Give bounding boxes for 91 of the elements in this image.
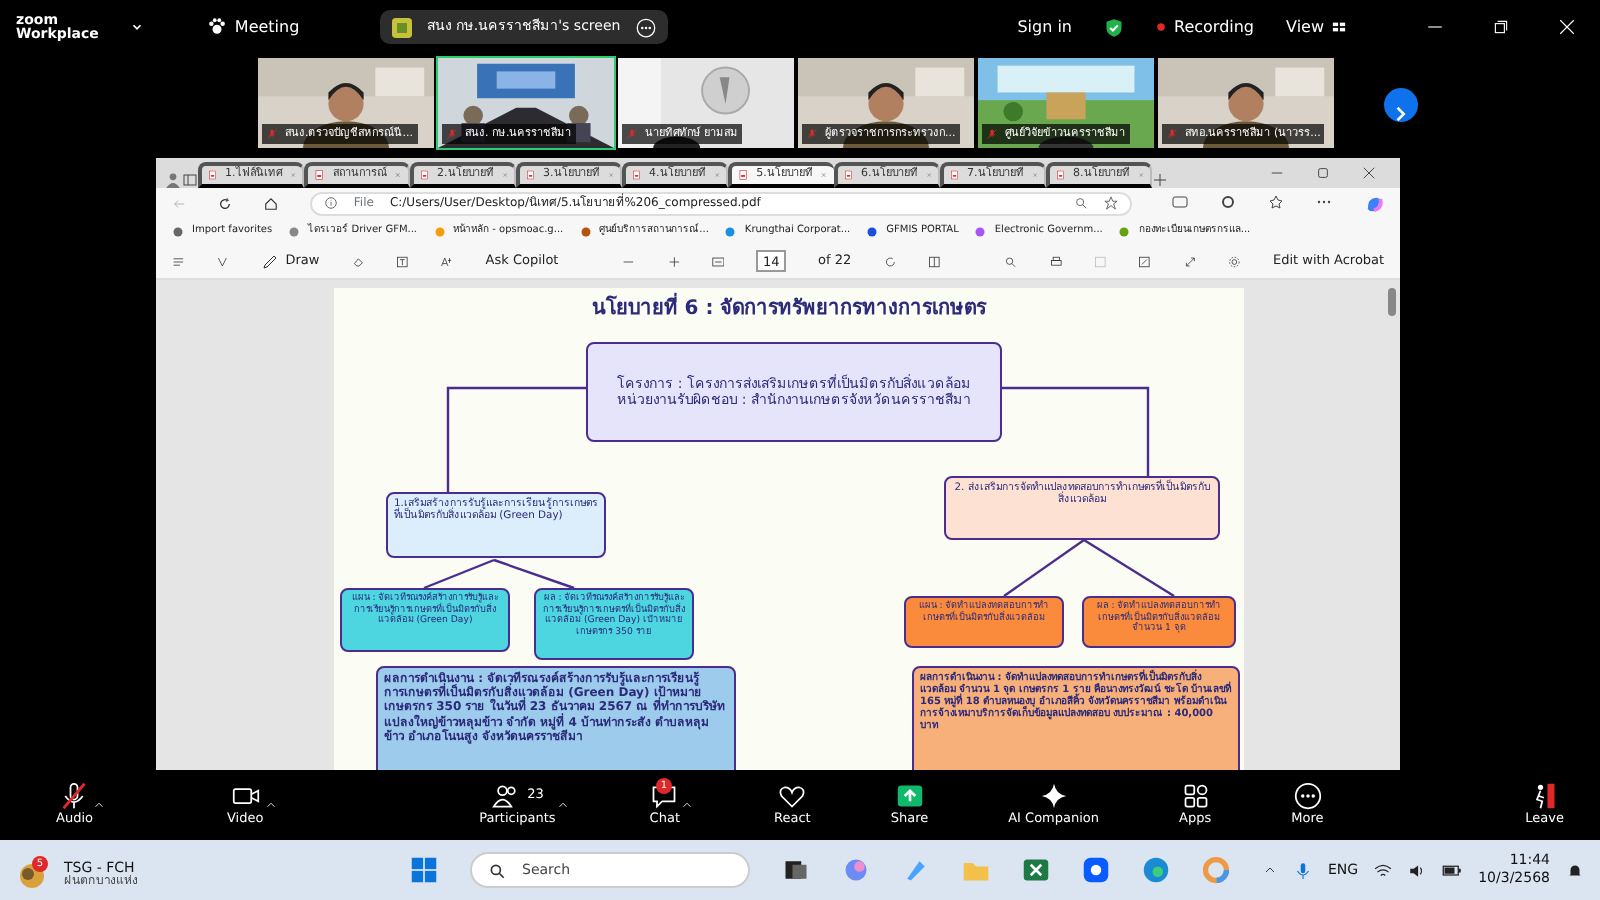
profile-icon[interactable] xyxy=(164,170,182,188)
muted-mic-icon xyxy=(1165,127,1177,140)
speaker-icon[interactable] xyxy=(1408,861,1427,879)
star-icon[interactable] xyxy=(1104,196,1118,210)
share-icon xyxy=(895,781,924,810)
fit-page-icon[interactable] xyxy=(711,253,725,269)
more-icon xyxy=(1293,781,1322,810)
caret-icon[interactable] xyxy=(555,798,570,812)
site-icon xyxy=(724,225,737,237)
pdf-file-icon xyxy=(420,168,430,182)
muted-mic-icon xyxy=(445,127,457,140)
caret-icon[interactable] xyxy=(263,798,278,812)
site-icon xyxy=(1118,225,1131,237)
grid-icon xyxy=(1332,20,1346,34)
view-button[interactable]: View xyxy=(1286,15,1324,39)
connector-line xyxy=(493,558,575,590)
zoom-app-icon[interactable] xyxy=(1082,856,1110,884)
pdf-file-icon xyxy=(632,168,642,182)
site-icon xyxy=(433,225,446,237)
document-title: นโยบายที่ 6 : จัดการทรัพยากรทางการเกษตร xyxy=(334,294,1244,324)
site-icon xyxy=(172,225,184,237)
spreadsheet-icon[interactable] xyxy=(1022,856,1050,884)
home-icon[interactable] xyxy=(263,195,278,211)
next-page-button[interactable] xyxy=(1383,88,1417,122)
paw-icon xyxy=(208,18,227,36)
settings-icon[interactable] xyxy=(1228,253,1241,269)
microphone-icon[interactable] xyxy=(1294,861,1312,879)
pdf-file-icon xyxy=(526,168,536,182)
battery-icon[interactable] xyxy=(1442,860,1463,880)
pdf-file-icon xyxy=(208,168,218,182)
pdf-file-icon xyxy=(314,168,325,182)
pdf-file-icon xyxy=(844,168,854,182)
zoom-icon[interactable] xyxy=(1074,196,1088,210)
heart-icon xyxy=(778,781,807,810)
site-icon xyxy=(974,225,987,237)
start-icon[interactable] xyxy=(410,856,438,884)
caret-icon[interactable] xyxy=(680,798,694,812)
sparkle-icon xyxy=(1039,781,1068,810)
more-icon[interactable] xyxy=(636,17,657,37)
recording-status: Recording xyxy=(1174,15,1255,39)
leave-icon xyxy=(1530,781,1559,810)
copilot-icon[interactable] xyxy=(1364,193,1384,213)
restore-icon[interactable] xyxy=(1492,18,1510,36)
fullscreen-icon[interactable] xyxy=(1183,253,1197,269)
chevron-up-icon[interactable] xyxy=(1262,862,1278,878)
bell-icon[interactable] xyxy=(1566,861,1584,879)
pdf-file-icon xyxy=(1056,168,1066,182)
chevron-icon[interactable] xyxy=(130,20,145,34)
scrollbar-thumb[interactable] xyxy=(1388,288,1396,316)
search-icon[interactable] xyxy=(1004,253,1018,269)
site-icon xyxy=(288,225,301,237)
sign-in-link[interactable]: Sign in xyxy=(1017,15,1072,39)
meeting-label: Meeting xyxy=(234,15,300,39)
shield-icon xyxy=(1104,17,1124,37)
share-thumbnail-icon xyxy=(391,17,412,37)
refresh-icon[interactable] xyxy=(217,195,232,211)
muted-mic-icon xyxy=(265,127,277,140)
caret-icon[interactable] xyxy=(92,798,107,812)
color-wheel-icon[interactable] xyxy=(1202,856,1230,884)
connector-line xyxy=(1003,539,1085,597)
info-icon[interactable] xyxy=(323,196,338,210)
rotate-icon[interactable] xyxy=(883,253,896,269)
read-aloud-icon[interactable] xyxy=(440,253,454,269)
zoom-in-icon[interactable] xyxy=(667,253,680,269)
copilot-icon[interactable] xyxy=(842,856,870,884)
muted-mic-icon xyxy=(625,127,637,140)
chat-bubble-icon xyxy=(650,781,679,810)
muted-mic-icon xyxy=(805,127,817,140)
connector-line xyxy=(423,558,495,590)
save-as-icon[interactable] xyxy=(1138,253,1152,269)
connector-line xyxy=(1083,539,1175,597)
people-icon xyxy=(491,781,520,810)
muted-mic-icon xyxy=(985,127,997,140)
tab-actions-icon[interactable] xyxy=(182,172,198,188)
print-icon[interactable] xyxy=(1049,253,1063,269)
recording-dot-icon xyxy=(1156,22,1166,32)
browser-icon[interactable] xyxy=(1142,856,1170,884)
site-icon xyxy=(866,225,879,237)
pdf-file-icon xyxy=(950,168,960,182)
search-icon xyxy=(488,861,506,879)
contents-icon[interactable] xyxy=(172,253,185,269)
favorites-icon[interactable] xyxy=(1268,193,1284,209)
close-icon[interactable] xyxy=(1362,166,1376,180)
site-icon xyxy=(579,225,592,237)
task-view-icon[interactable] xyxy=(782,856,810,884)
apps-icon xyxy=(1181,781,1210,810)
page-view-icon[interactable] xyxy=(927,253,941,269)
pen-icon xyxy=(261,253,278,269)
text-box-icon[interactable] xyxy=(396,253,409,269)
pdf-file-icon xyxy=(738,168,749,182)
wifi-icon[interactable] xyxy=(1374,861,1393,879)
